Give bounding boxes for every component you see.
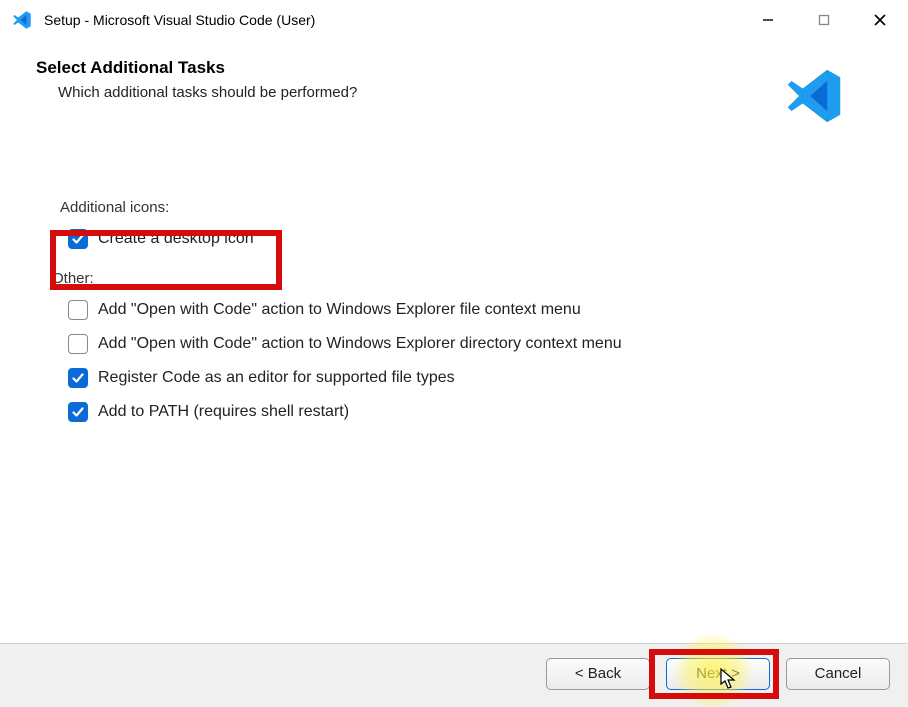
- page-heading: Select Additional Tasks: [36, 58, 872, 78]
- window-title: Setup - Microsoft Visual Studio Code (Us…: [44, 12, 740, 28]
- checkbox-desktop-icon[interactable]: [68, 229, 88, 249]
- label-add-to-path: Add to PATH (requires shell restart): [98, 403, 349, 421]
- minimize-button[interactable]: [740, 0, 796, 40]
- option-open-dir-context[interactable]: Add "Open with Code" action to Windows E…: [68, 327, 872, 361]
- next-button[interactable]: Next >: [666, 658, 770, 690]
- label-open-file-context: Add "Open with Code" action to Windows E…: [98, 301, 581, 319]
- cancel-button[interactable]: Cancel: [786, 658, 890, 690]
- option-open-file-context[interactable]: Add "Open with Code" action to Windows E…: [68, 293, 872, 327]
- app-icon: [10, 8, 34, 32]
- maximize-button[interactable]: [796, 0, 852, 40]
- label-desktop-icon: Create a desktop icon: [98, 230, 254, 248]
- titlebar: Setup - Microsoft Visual Studio Code (Us…: [0, 0, 908, 40]
- option-add-to-path[interactable]: Add to PATH (requires shell restart): [68, 395, 872, 429]
- vscode-logo-icon: [784, 66, 844, 131]
- back-button[interactable]: < Back: [546, 658, 650, 690]
- close-button[interactable]: [852, 0, 908, 40]
- option-register-editor[interactable]: Register Code as an editor for supported…: [68, 361, 872, 395]
- option-desktop-icon[interactable]: Create a desktop icon: [68, 222, 872, 256]
- checkbox-open-file-context[interactable]: [68, 300, 88, 320]
- checkbox-add-to-path[interactable]: [68, 402, 88, 422]
- tasks-section: Additional icons: Create a desktop icon …: [60, 199, 872, 429]
- group-additional-icons: Additional icons:: [60, 199, 872, 216]
- label-open-dir-context: Add "Open with Code" action to Windows E…: [98, 335, 622, 353]
- content-area: Select Additional Tasks Which additional…: [0, 40, 908, 703]
- label-register-editor: Register Code as an editor for supported…: [98, 369, 455, 387]
- installer-window: Setup - Microsoft Visual Studio Code (Us…: [0, 0, 908, 703]
- checkbox-open-dir-context[interactable]: [68, 334, 88, 354]
- footer-bar: < Back Next > Cancel: [0, 643, 908, 703]
- window-controls: [740, 0, 908, 40]
- checkbox-register-editor[interactable]: [68, 368, 88, 388]
- content-header: Select Additional Tasks Which additional…: [36, 58, 872, 101]
- group-other: Other:: [52, 270, 872, 287]
- page-subheading: Which additional tasks should be perform…: [58, 84, 872, 101]
